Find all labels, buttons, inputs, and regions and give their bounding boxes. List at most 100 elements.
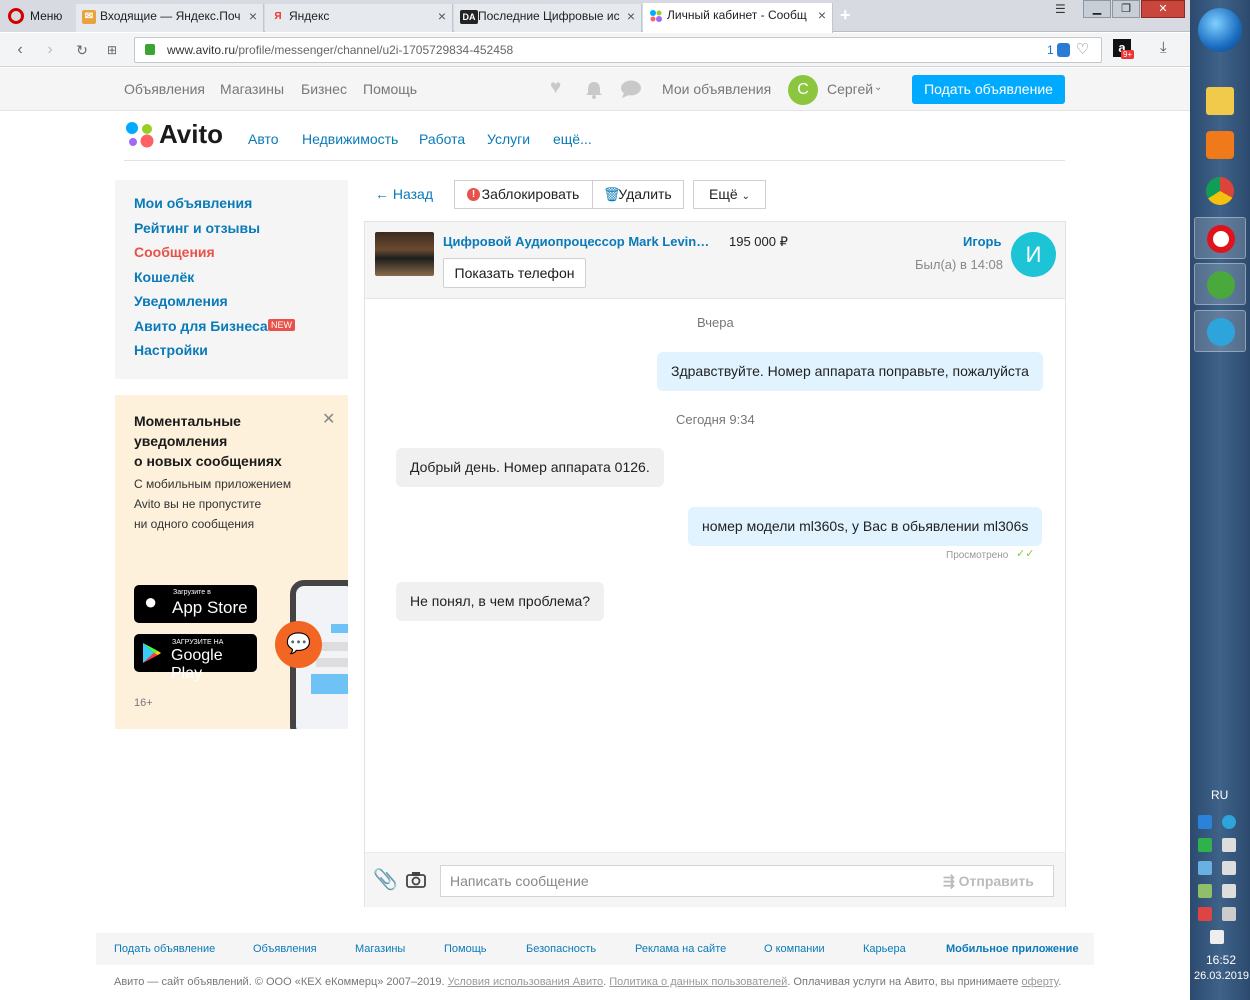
close-icon[interactable]: ×	[627, 4, 635, 28]
restore-button[interactable]: ❐	[1112, 0, 1140, 18]
chevron-down-icon: ⌄	[741, 191, 750, 202]
category-auto[interactable]: Авто	[248, 131, 279, 147]
item-title-link[interactable]: Цифровой Аудиопроцессор Mark Levin…	[443, 234, 709, 249]
taskbar-media-player[interactable]	[1194, 124, 1246, 166]
terms-link[interactable]: Условия использования Авито	[448, 976, 604, 988]
footer-link[interactable]: Помощь	[444, 943, 487, 955]
clock-time[interactable]: 16:52	[1206, 953, 1236, 967]
top-link-shops[interactable]: Магазины	[220, 81, 284, 97]
footer-link[interactable]: Безопасность	[526, 943, 596, 955]
close-icon[interactable]: ×	[818, 3, 826, 27]
speed-dial-icon[interactable]: ⊞	[102, 40, 122, 60]
google-play-button[interactable]: ЗАГРУЗИТЕ НА Google Play	[134, 634, 257, 682]
category-realty[interactable]: Недвижимость	[302, 131, 398, 147]
tab-yandex-mail[interactable]: ✉ Входящие — Яндекс.Поч ×	[76, 4, 264, 32]
footer-link-mobile-app[interactable]: Мобильное приложение	[946, 943, 1079, 955]
sidebar-item-messages[interactable]: Сообщения	[134, 244, 215, 260]
camera-icon[interactable]	[406, 871, 426, 888]
taskbar-telegram[interactable]	[1194, 310, 1246, 352]
top-link-business[interactable]: Бизнес	[301, 81, 347, 97]
language-indicator[interactable]: RU	[1211, 788, 1228, 802]
messages-bubble-icon[interactable]	[620, 80, 642, 100]
action-center-icon[interactable]	[1210, 930, 1224, 944]
send-button[interactable]: ⇶ Отправить	[943, 866, 1034, 896]
reload-icon[interactable]: ↻	[72, 40, 92, 60]
sidebar-item-notifications[interactable]: Уведомления	[134, 293, 228, 309]
dropbox-icon[interactable]	[1198, 815, 1212, 829]
taskbar-opera[interactable]	[1194, 217, 1246, 259]
show-phone-button[interactable]: Показать телефон	[443, 258, 586, 288]
clock-date[interactable]: 26.03.2019	[1194, 970, 1249, 982]
user-avatar[interactable]: С	[788, 75, 818, 105]
category-services[interactable]: Услуги	[487, 131, 530, 147]
app-store-button[interactable]: ● Загрузите в App Store	[134, 585, 257, 623]
chevron-down-icon[interactable]: ⌄	[874, 82, 882, 93]
security-tray-icon[interactable]	[1222, 838, 1236, 852]
tab-avito-messages[interactable]: Личный кабинет - Сообщ ×	[643, 3, 833, 33]
tab-title: Личный кабинет - Сообщ	[667, 8, 807, 22]
close-icon[interactable]: ✕	[322, 409, 335, 429]
message-input[interactable]: Написать сообщение ⇶ Отправить	[440, 865, 1054, 897]
delete-label: Удалить	[618, 186, 672, 202]
sidebar-item-ratings[interactable]: Рейтинг и отзывы	[134, 220, 260, 236]
close-icon[interactable]: ×	[438, 4, 446, 28]
top-link-my-ads[interactable]: Мои объявления	[662, 81, 771, 97]
tab-da[interactable]: DA Последние Цифровые ис ×	[454, 4, 642, 32]
chrome-icon	[1206, 177, 1234, 205]
footer-link[interactable]: Реклама на сайте	[635, 943, 726, 955]
paperclip-icon[interactable]: 📎	[373, 867, 398, 892]
footer-link[interactable]: Карьера	[863, 943, 906, 955]
item-thumbnail[interactable]	[375, 232, 434, 276]
download-icon[interactable]: ⤓	[1160, 39, 1167, 56]
footer-link[interactable]: Магазины	[355, 943, 405, 955]
footer-link[interactable]: Подать объявление	[114, 943, 215, 955]
send-arrow-icon: ⇶	[943, 873, 955, 889]
sidebar-item-business[interactable]: Авито для Бизнеса	[134, 318, 268, 334]
delete-button[interactable]: 🗑 Удалить	[592, 180, 684, 209]
heart-icon[interactable]: ♡	[1076, 38, 1089, 62]
antivirus-icon[interactable]	[1198, 838, 1212, 852]
block-button[interactable]: ! Заблокировать	[454, 180, 593, 209]
sidebar-item-my-ads[interactable]: Мои объявления	[134, 195, 252, 211]
close-icon[interactable]: ×	[249, 4, 257, 28]
favorites-heart-icon[interactable]: ♥	[550, 77, 561, 99]
telegram-tray-icon[interactable]	[1222, 815, 1236, 829]
taskbar-explorer[interactable]	[1194, 80, 1246, 122]
tab-yandex[interactable]: Я Яндекс ×	[265, 4, 453, 32]
back-link[interactable]: ← Назад	[375, 186, 433, 202]
url-field[interactable]: www.avito.ru/profile/messenger/channel/u…	[134, 37, 1102, 63]
taskbar-utorrent[interactable]	[1194, 263, 1246, 305]
category-more[interactable]: ещё...	[553, 131, 592, 147]
new-tab-icon[interactable]: +	[840, 5, 851, 26]
offer-link[interactable]: оферту	[1021, 976, 1058, 988]
speaker-icon[interactable]	[1222, 884, 1236, 898]
footer-link[interactable]: Объявления	[253, 943, 317, 955]
post-ad-button[interactable]: Подать объявление	[912, 75, 1065, 104]
opera-menu-button[interactable]: Меню	[0, 0, 76, 32]
tab-list-icon[interactable]: ☰	[1055, 2, 1066, 16]
sidebar-item-wallet[interactable]: Кошелёк	[134, 269, 194, 285]
notifications-bell-icon[interactable]	[584, 80, 604, 100]
more-button[interactable]: Ещё ⌄	[693, 180, 766, 209]
forward-icon[interactable]: ›	[40, 40, 60, 60]
printer-icon[interactable]	[1198, 884, 1212, 898]
volume-icon[interactable]	[1222, 861, 1236, 875]
taskbar-chrome[interactable]	[1194, 170, 1246, 212]
user-name[interactable]: Сергей	[827, 81, 873, 97]
top-link-ads[interactable]: Объявления	[124, 81, 205, 97]
back-icon[interactable]: ‹	[10, 40, 30, 60]
close-window-button[interactable]: ✕	[1141, 0, 1185, 18]
network-icon[interactable]	[1198, 861, 1212, 875]
shield-icon[interactable]	[1057, 43, 1070, 57]
top-link-help[interactable]: Помощь	[363, 81, 417, 97]
mute-icon[interactable]	[1222, 907, 1236, 921]
sidebar-item-settings[interactable]: Настройки	[134, 342, 208, 358]
privacy-link[interactable]: Политика о данных пользователей	[609, 976, 787, 988]
minimize-button[interactable]: ▁	[1083, 0, 1111, 18]
partner-name-link[interactable]: Игорь	[963, 234, 1001, 249]
category-jobs[interactable]: Работа	[419, 131, 465, 147]
start-button[interactable]	[1198, 8, 1242, 52]
footer-link[interactable]: О компании	[764, 943, 825, 955]
flag-icon[interactable]	[1198, 907, 1212, 921]
partner-avatar[interactable]: И	[1011, 232, 1056, 277]
